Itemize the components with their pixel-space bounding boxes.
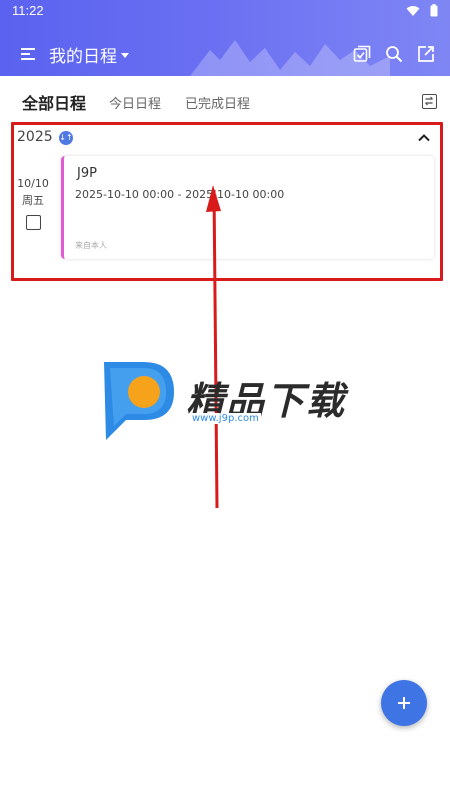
tab-completed-schedules[interactable]: 已完成日程 xyxy=(185,93,250,112)
schedule-selector[interactable]: 我的日程 xyxy=(49,42,129,67)
watermark-url: www.j9p.com xyxy=(190,413,261,424)
app-bar: 我的日程 xyxy=(0,36,450,72)
menu-icon[interactable] xyxy=(18,44,38,64)
status-bar: 11:22 xyxy=(0,0,450,22)
watermark: 精品下载 www.j9p.com xyxy=(100,358,350,442)
share-icon[interactable] xyxy=(416,44,436,64)
watermark-logo xyxy=(104,362,174,440)
tab-today-schedules[interactable]: 今日日程 xyxy=(109,93,161,112)
wifi-icon xyxy=(406,5,420,16)
dropdown-caret-icon xyxy=(121,53,129,58)
app-header: 11:22 我的日程 xyxy=(0,0,450,76)
arrow-up-annotation xyxy=(206,185,221,509)
add-schedule-button[interactable] xyxy=(381,680,427,726)
battery-icon xyxy=(430,4,438,17)
search-icon[interactable] xyxy=(384,44,404,64)
checklist-icon[interactable] xyxy=(352,44,372,64)
page-title: 我的日程 xyxy=(49,47,117,67)
tab-all-schedules[interactable]: 全部日程 xyxy=(22,90,86,114)
status-time: 11:22 xyxy=(12,3,44,18)
schedule-tabs: 全部日程 今日日程 已完成日程 xyxy=(0,76,450,126)
swap-icon[interactable] xyxy=(422,94,437,109)
